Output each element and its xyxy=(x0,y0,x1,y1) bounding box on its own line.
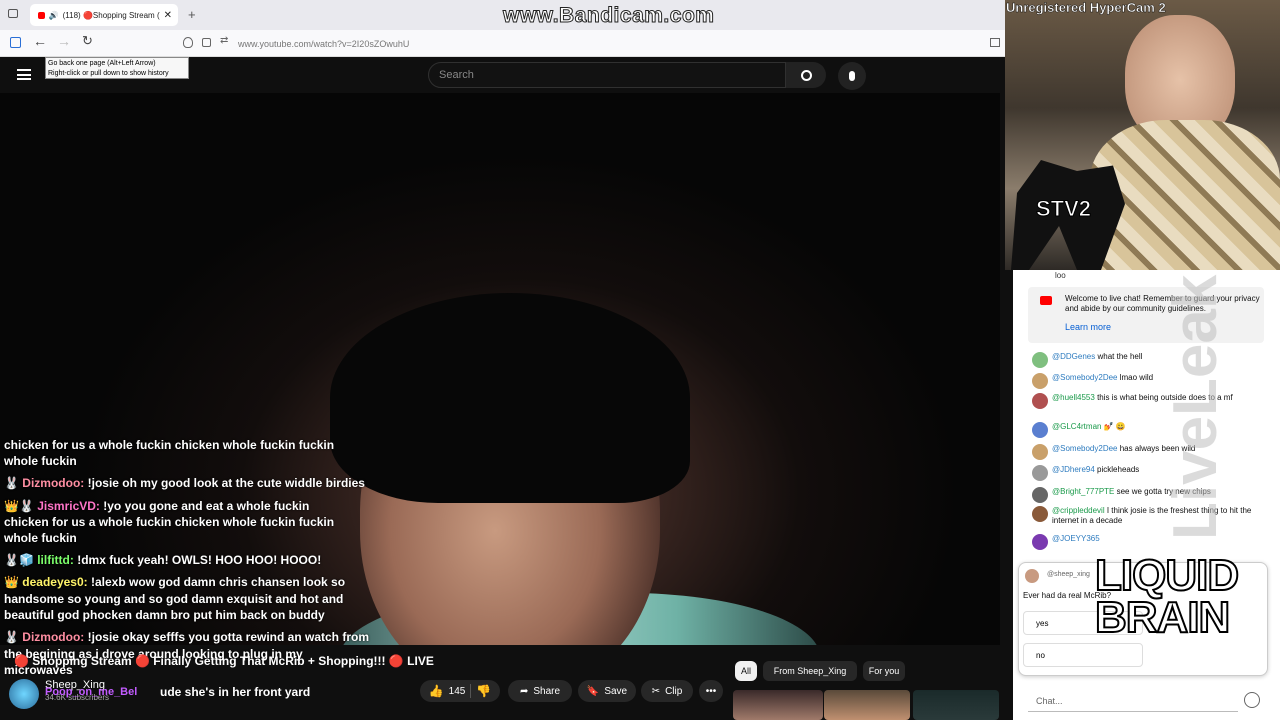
search-placeholder: Search xyxy=(439,69,474,81)
poll-option-label: yes xyxy=(1036,619,1049,628)
overlay-chat-line: 👑 deadeyes0: !alexb wow god damn chris c… xyxy=(4,575,346,589)
search-icon xyxy=(800,69,812,81)
thumbs-up-icon: 👍 xyxy=(428,684,444,698)
learn-more-link[interactable]: Learn more xyxy=(1065,322,1111,332)
save-label: Save xyxy=(604,685,628,697)
forward-arrow-icon[interactable]: → xyxy=(57,33,71,49)
overlay-chat-line: beautiful god phocken damn bro put him b… xyxy=(4,608,325,622)
tab-overview-icon[interactable] xyxy=(8,9,18,18)
reload-icon[interactable]: ↻ xyxy=(82,33,93,49)
tooltip-line-1: Go back one page (Alt+Left Arrow) xyxy=(48,60,156,67)
sidebar-toggle-icon[interactable] xyxy=(10,37,21,48)
youtube-icon xyxy=(1040,296,1052,305)
webcam-overlay xyxy=(1005,0,1280,270)
chat-input[interactable]: Chat... xyxy=(1028,690,1238,712)
menu-icon[interactable] xyxy=(17,69,31,80)
picture-in-picture-icon[interactable] xyxy=(990,38,1000,47)
chip-for-you[interactable]: For you xyxy=(863,661,905,681)
chip-from-channel[interactable]: From Sheep_Xing xyxy=(763,661,857,681)
chip-all[interactable]: All xyxy=(735,661,757,681)
like-dislike-button[interactable]: 👍 145 👎 xyxy=(420,680,500,702)
emoji-icon[interactable] xyxy=(1244,692,1260,708)
avatar[interactable] xyxy=(1032,422,1048,438)
share-label: Share xyxy=(533,685,561,697)
back-button-tooltip: Go back one page (Alt+Left Arrow) Right-… xyxy=(45,57,189,79)
tab-close-icon[interactable]: ✕ xyxy=(164,10,178,21)
overlay-chat-line: whole fuckin xyxy=(4,454,77,468)
new-tab-icon[interactable]: + xyxy=(188,7,196,22)
scissors-icon: ✂ xyxy=(651,685,661,697)
bookmark-icon: 🔖 xyxy=(586,685,600,697)
microphone-icon xyxy=(849,71,855,81)
more-icon: ••• xyxy=(705,685,717,697)
save-button[interactable]: 🔖 Save xyxy=(578,680,636,702)
overlay-chat-line: whole fuckin xyxy=(4,531,77,545)
like-count: 145 xyxy=(448,685,466,697)
thumbs-down-icon: 👎 xyxy=(476,684,492,698)
hypercam-watermark: Unregistered HyperCam 2 xyxy=(1006,0,1166,15)
tooltip-line-2: Right-click or pull down to show history xyxy=(48,70,169,77)
video-title: 🔴 Shopping Stream 🔴 Finally Getting That… xyxy=(14,654,434,668)
channel-avatar[interactable] xyxy=(9,679,39,709)
avatar[interactable] xyxy=(1032,506,1048,522)
search-input[interactable]: Search xyxy=(428,62,786,88)
bandicam-watermark: www.Bandicam.com xyxy=(502,4,715,28)
recommended-thumbnail[interactable] xyxy=(913,690,999,720)
overlay-chat-line: chicken for us a whole fuckin chicken wh… xyxy=(4,438,335,452)
chat-top-fragment: loo xyxy=(1055,271,1066,280)
clip-button[interactable]: ✂ Clip xyxy=(641,680,693,702)
shield-icon[interactable] xyxy=(183,37,193,48)
chat-input-placeholder: Chat... xyxy=(1036,695,1063,706)
speaker-icon[interactable]: 🔊 xyxy=(49,11,59,20)
url-text: www.youtube.com/watch?v=2I20sZOwuhU xyxy=(238,38,410,49)
overlay-chat-user: Poop_on_me_Bel xyxy=(45,686,138,698)
liquid-brain-logo: LIQUID BRAIN xyxy=(1094,551,1240,642)
back-arrow-icon[interactable]: ← xyxy=(33,33,47,49)
overlay-chat-line: handsome so young and so god damn exquis… xyxy=(4,592,344,606)
browser-tab-active[interactable]: 🔊 (118) 🔴Shopping Stream ( ✕ xyxy=(30,4,178,26)
more-actions-button[interactable]: ••• xyxy=(699,680,723,702)
share-icon: ➦ xyxy=(519,685,529,697)
share-button[interactable]: ➦ Share xyxy=(508,680,572,702)
recommended-thumbnail[interactable] xyxy=(733,690,823,720)
recommended-thumbnail[interactable] xyxy=(824,690,910,720)
avatar[interactable] xyxy=(1032,487,1048,503)
stv2-logo: STV2 xyxy=(1035,196,1092,222)
divider xyxy=(470,684,472,698)
overlay-chat-line: 👑🐰 JismricVD: !yo you gone and eat a who… xyxy=(4,499,310,513)
avatar[interactable] xyxy=(1032,373,1048,389)
youtube-favicon-icon xyxy=(38,11,45,19)
lock-icon[interactable] xyxy=(202,38,211,47)
avatar[interactable] xyxy=(1032,352,1048,368)
avatar[interactable] xyxy=(1032,393,1048,409)
avatar[interactable] xyxy=(1032,444,1048,460)
overlay-chat-text: ude she's in her front yard xyxy=(160,685,311,699)
poll-author: @sheep_xing xyxy=(1047,571,1090,578)
overlay-chat-line: chicken for us a whole fuckin chicken wh… xyxy=(4,515,335,529)
browser-nav-bar: ← → ↻ ⇄ www.youtube.com/watch?v=2I20sZOw… xyxy=(0,30,1005,57)
avatar[interactable] xyxy=(1032,534,1048,550)
poll-author-avatar xyxy=(1025,569,1039,583)
voice-search-button[interactable] xyxy=(838,62,866,90)
url-bar[interactable]: www.youtube.com/watch?v=2I20sZOwuhU xyxy=(238,34,978,53)
poll-option-label: no xyxy=(1036,651,1045,660)
avatar[interactable] xyxy=(1032,465,1048,481)
overlay-chat-line: 🐰 Dizmodoo: !josie okay sefffs you gotta… xyxy=(4,630,369,644)
overlay-chat-line: 🐰🧊 lilfittd: !dmx fuck yeah! OWLS! HOO H… xyxy=(4,553,322,567)
search-button[interactable] xyxy=(786,62,826,88)
video-subject-hair xyxy=(330,293,690,503)
clip-label: Clip xyxy=(665,685,683,697)
permissions-icon[interactable]: ⇄ xyxy=(220,35,228,46)
liveleak-watermark: LiveLeak xyxy=(1161,274,1230,540)
overlay-chat-line: 🐰 Dizmodoo: !josie oh my good look at th… xyxy=(4,476,365,490)
tab-title: (118) 🔴Shopping Stream ( xyxy=(62,10,160,20)
